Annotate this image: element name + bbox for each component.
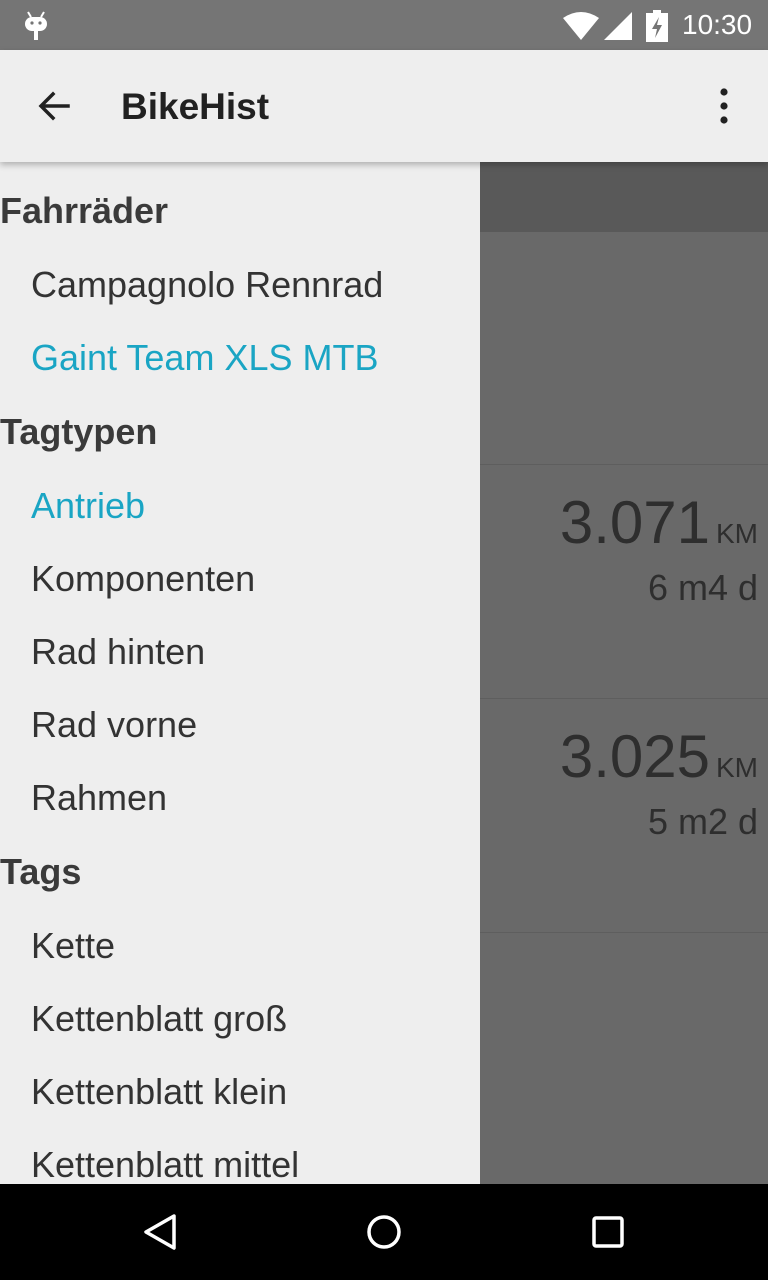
km-value: 3.071 [559,489,710,556]
stats-card: 3.071 KM 6 m4 d [480,468,768,702]
km-value: 3.025 [559,723,710,790]
drawer-item-rad-hinten[interactable]: Rad hinten [31,631,205,673]
app-bar: BikeHist [0,50,768,162]
status-time: 10:30 [682,9,753,40]
drawer-item-campagnolo-rennrad[interactable]: Campagnolo Rennrad [31,264,383,306]
km-unit: KM [716,752,758,783]
stats-card: 3.025 KM 5 m2 d [480,702,768,936]
nav-back-icon[interactable] [140,1212,180,1252]
drawer-item-rad-vorne[interactable]: Rad vorne [31,704,197,746]
drawer-item-kette[interactable]: Kette [31,925,115,967]
section-header-tagtypen: Tagtypen [0,411,158,452]
drawer-item-kettenblatt-gross[interactable]: Kettenblatt groß [31,998,287,1040]
nav-home-icon[interactable] [364,1212,404,1252]
cell-signal-icon [604,12,632,40]
system-nav-bar [0,1184,768,1280]
navigation-drawer: Fahrräder Campagnolo Rennrad Gaint Team … [0,162,480,1184]
drawer-item-rahmen[interactable]: Rahmen [31,777,167,819]
more-vert-icon[interactable] [704,86,744,126]
status-bar: 10:30 [0,0,768,50]
drawer-item-kettenblatt-klein[interactable]: Kettenblatt klein [31,1071,287,1113]
arrow-back-icon[interactable] [34,86,74,126]
km-unit: KM [716,518,758,549]
drawer-item-komponenten[interactable]: Komponenten [31,558,255,600]
main-content-scrimmed: 3.071 KM 6 m4 d 3.025 KM 5 m2 d [480,162,768,1184]
wifi-icon [563,12,599,40]
section-header-fahrraeder: Fahrräder [0,190,169,231]
android-debug-icon [25,11,47,40]
drawer-item-gaint-team-xls-mtb[interactable]: Gaint Team XLS MTB [31,337,378,379]
drawer-item-antrieb[interactable]: Antrieb [31,485,145,527]
section-header-tags: Tags [0,851,82,892]
nav-recents-icon[interactable] [588,1212,628,1252]
duration-value: 6 m4 d [647,567,758,608]
divider [480,464,768,465]
battery-charging-icon [646,10,668,42]
tab-strip [480,162,768,232]
divider [480,698,768,699]
app-title: BikeHist [121,86,270,127]
divider [480,932,768,933]
duration-value: 5 m2 d [647,801,758,842]
drawer-item-kettenblatt-mittel[interactable]: Kettenblatt mittel [31,1144,299,1184]
